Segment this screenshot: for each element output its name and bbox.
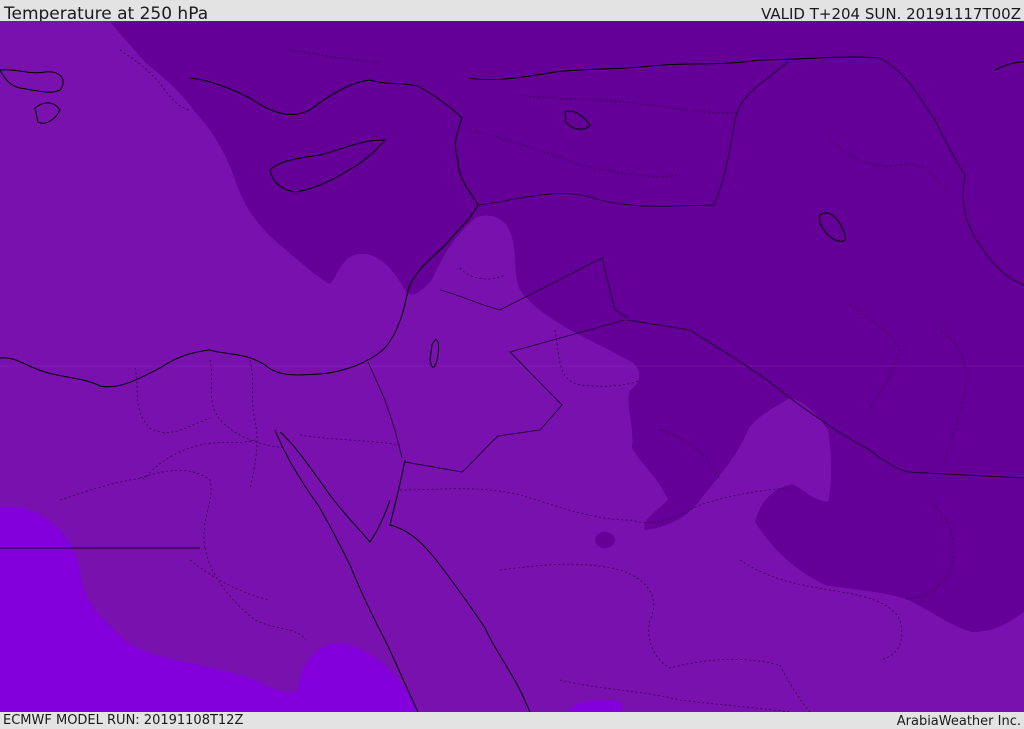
model-run-label: ECMWF MODEL RUN: 20191108T12Z	[3, 713, 244, 728]
temperature-map	[0, 21, 1024, 712]
weather-map-frame: Temperature at 250 hPa VALID T+204 SUN. …	[0, 0, 1024, 729]
cold-temperature-cell	[595, 532, 615, 548]
credit-label: ArabiaWeather Inc.	[896, 714, 1021, 729]
header-bar: Temperature at 250 hPa VALID T+204 SUN. …	[0, 0, 1024, 24]
footer-bar: ECMWF MODEL RUN: 20191108T12Z ArabiaWeat…	[0, 712, 1024, 729]
